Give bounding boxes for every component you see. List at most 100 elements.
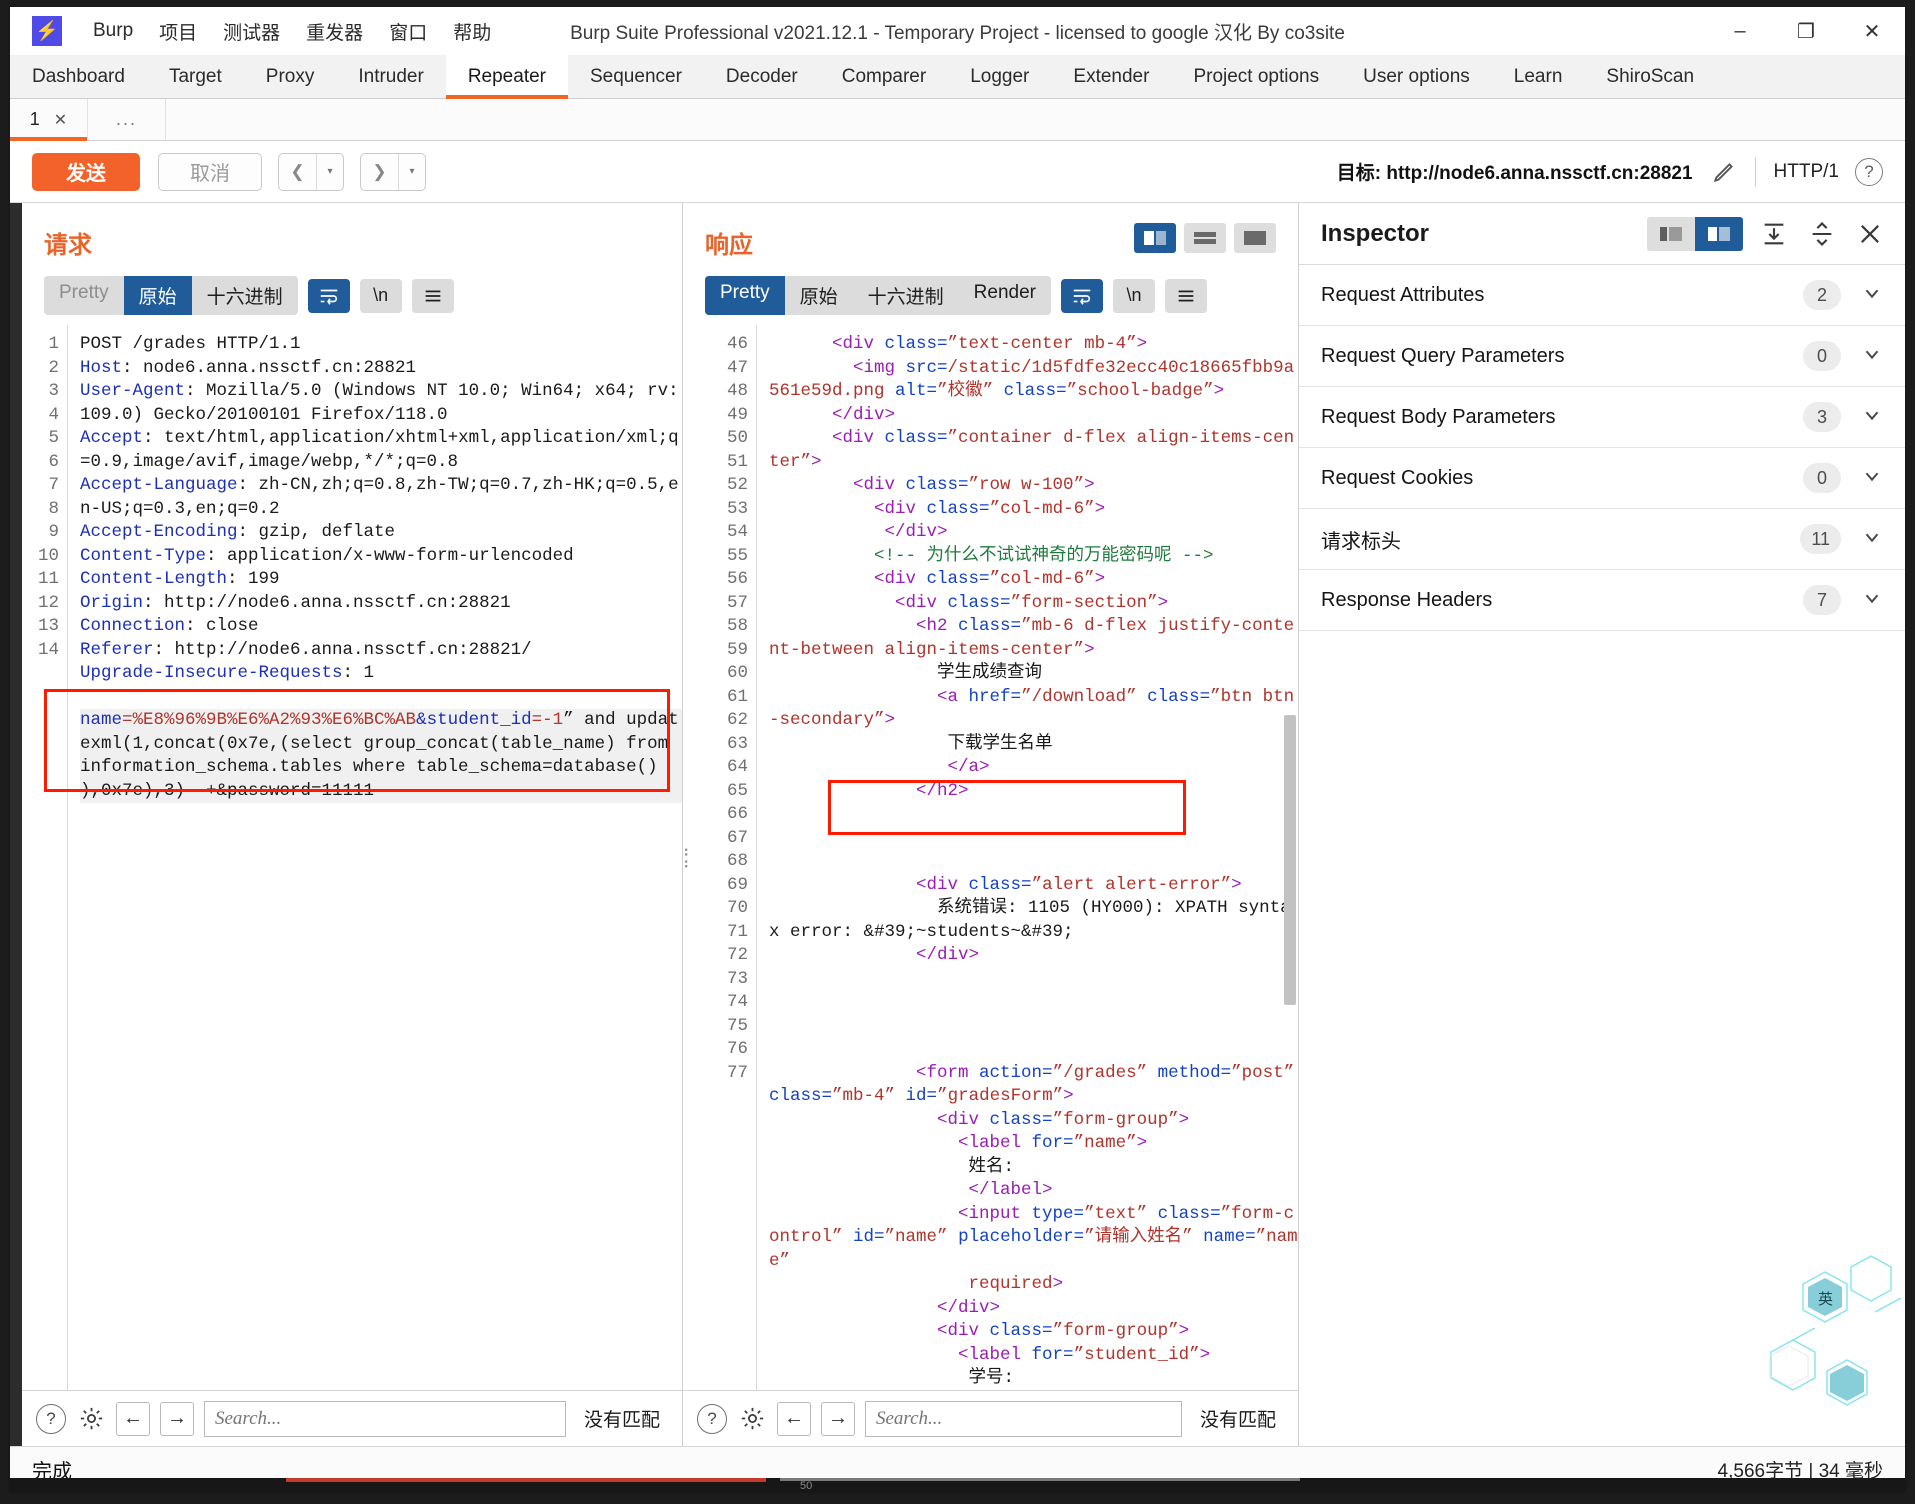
repeater-tab-1[interactable]: 1 ✕ <box>10 99 88 141</box>
find-prev-button[interactable]: ← <box>777 1401 811 1436</box>
find-prev-button[interactable]: ← <box>116 1401 150 1436</box>
main-tab-decoder[interactable]: Decoder <box>704 55 820 98</box>
menu-help[interactable]: 帮助 <box>440 14 504 49</box>
inspector-section-request-attributes[interactable]: Request Attributes 2 <box>1299 265 1905 326</box>
chevron-down-icon[interactable]: ▾ <box>317 154 343 190</box>
response-editor[interactable]: 46 47 48 49 50 51 52 53 54 55 56 57 58 59 60 61 62 63 64 65… <box>683 325 1298 1390</box>
line-number: 8 <box>48 498 59 519</box>
expand-all-icon[interactable] <box>1805 218 1839 250</box>
close-button[interactable]: ✕ <box>1839 7 1905 55</box>
help-icon[interactable]: ? <box>36 1403 66 1434</box>
line-number: 76 <box>726 1039 748 1059</box>
chevron-down-icon[interactable] <box>1861 282 1883 308</box>
line-number: 65 <box>726 780 748 801</box>
main-tab-repeater[interactable]: Repeater <box>445 55 569 99</box>
main-tab-sequencer[interactable]: Sequencer <box>568 55 704 98</box>
hamburger-icon[interactable] <box>1164 278 1207 313</box>
word-wrap-icon[interactable] <box>307 278 350 313</box>
main-tab-logger[interactable]: Logger <box>948 55 1051 98</box>
help-icon[interactable]: ? <box>697 1403 727 1434</box>
menu-repeater[interactable]: 重发器 <box>293 14 376 49</box>
close-icon[interactable] <box>1853 218 1887 250</box>
menu-window[interactable]: 窗口 <box>376 14 440 49</box>
main-tab-learn[interactable]: Learn <box>1492 55 1585 98</box>
layout-left-icon[interactable] <box>1647 216 1695 251</box>
inspector-section-response-headers[interactable]: Response Headers 7 <box>1299 570 1905 631</box>
request-search-input[interactable] <box>204 1400 566 1437</box>
inspector-section-request-query-parameters[interactable]: Request Query Parameters 0 <box>1299 326 1905 387</box>
taskbar-active-window <box>286 1478 766 1482</box>
history-forward-split-button[interactable]: ❯ ▾ <box>360 152 426 191</box>
find-next-button[interactable]: → <box>160 1401 194 1436</box>
response-search-input[interactable] <box>865 1400 1182 1437</box>
chevron-down-icon[interactable] <box>1861 465 1883 491</box>
line-number: 58 <box>726 616 748 636</box>
send-button[interactable]: 发送 <box>32 152 140 191</box>
maximize-button[interactable]: ❐ <box>1773 7 1839 55</box>
hamburger-icon[interactable] <box>411 278 454 313</box>
request-body-line[interactable]: name=%E8%96%9B%E6%A2%93%E6%BC%AB&student… <box>80 709 682 803</box>
main-tab-target[interactable]: Target <box>147 55 244 98</box>
menu-tester[interactable]: 测试器 <box>210 14 293 49</box>
collapse-all-icon[interactable] <box>1757 218 1791 250</box>
main-tab-shiroscan[interactable]: ShiroScan <box>1584 55 1716 98</box>
chevron-left-icon[interactable]: ❮ <box>279 153 317 190</box>
chevron-down-icon[interactable]: ▾ <box>399 154 425 190</box>
split-vertical-icon[interactable] <box>1134 223 1176 253</box>
response-tab-raw[interactable]: 原始 <box>785 276 853 315</box>
menu-project[interactable]: 项目 <box>146 14 210 49</box>
code-token: : gzip, deflate <box>237 522 396 542</box>
request-tab-pretty[interactable]: Pretty <box>44 276 124 315</box>
inspector-toolbar <box>1647 216 1887 251</box>
inspector-section-request-body-parameters[interactable]: Request Body Parameters 3 <box>1299 387 1905 448</box>
code-token: name= <box>1203 1227 1256 1247</box>
pencil-icon[interactable] <box>1711 159 1737 185</box>
single-pane-icon[interactable] <box>1234 223 1276 253</box>
request-tab-hex[interactable]: 十六进制 <box>192 276 298 315</box>
chevron-down-icon[interactable] <box>1861 587 1883 613</box>
close-icon[interactable]: ✕ <box>54 110 67 130</box>
help-icon[interactable]: ? <box>1855 157 1883 186</box>
layout-right-icon[interactable] <box>1695 216 1743 251</box>
inspector-section-request-cookies[interactable]: Request Cookies 0 <box>1299 448 1905 509</box>
split-horizontal-icon[interactable] <box>1184 223 1226 253</box>
main-tab-project-options[interactable]: Project options <box>1171 55 1341 98</box>
main-tab-comparer[interactable]: Comparer <box>820 55 948 98</box>
menu-burp[interactable]: Burp <box>80 16 146 46</box>
main-tab-proxy[interactable]: Proxy <box>244 55 337 98</box>
history-back-split-button[interactable]: ❮ ▾ <box>278 152 344 191</box>
request-tab-raw[interactable]: 原始 <box>123 276 192 315</box>
gear-icon[interactable] <box>737 1404 767 1434</box>
http-version-label[interactable]: HTTP/1 <box>1774 161 1839 183</box>
gear-icon[interactable] <box>76 1404 106 1434</box>
main-tab-dashboard[interactable]: Dashboard <box>10 55 147 98</box>
code-line: Content-Type: application/x-www-form-url… <box>80 545 682 569</box>
request-editor[interactable]: 1 2 3 4 5 6 7 8 9 10 11 12 13 14 POST /grades HTTP/1.… <box>22 325 682 1390</box>
chevron-down-icon[interactable] <box>1861 343 1883 369</box>
chevron-down-icon[interactable] <box>1861 526 1883 552</box>
word-wrap-icon[interactable] <box>1060 278 1103 313</box>
code-token: <h2 <box>916 616 959 636</box>
code-token: =%E8%96%9B%E6%A2%93%E6%BC%AB <box>122 710 417 730</box>
minimize-button[interactable]: – <box>1707 7 1773 55</box>
newline-toggle-button[interactable]: \n <box>1112 278 1155 313</box>
find-next-button[interactable]: → <box>821 1401 855 1436</box>
chevron-down-icon[interactable] <box>1861 404 1883 430</box>
response-tab-hex[interactable]: 十六进制 <box>853 276 959 315</box>
response-text[interactable]: <div class=”text-center mb-4”> <img src=… <box>757 325 1298 1390</box>
newline-toggle-button[interactable]: \n <box>359 278 402 313</box>
request-text[interactable]: POST /grades HTTP/1.1 Host: node6.anna.n… <box>68 325 682 1390</box>
main-tab-user-options[interactable]: User options <box>1341 55 1492 98</box>
repeater-tab-new[interactable]: ... <box>88 99 166 140</box>
main-tab-intruder[interactable]: Intruder <box>336 55 445 98</box>
main-tab-extender[interactable]: Extender <box>1051 55 1171 98</box>
line-number: 10 <box>37 545 59 566</box>
response-tab-pretty[interactable]: Pretty <box>705 276 785 315</box>
cancel-button[interactable]: 取消 <box>158 152 262 191</box>
chevron-right-icon[interactable]: ❯ <box>361 153 399 190</box>
line-number: 51 <box>726 451 748 472</box>
inspector-section-请求标头[interactable]: 请求标头 11 <box>1299 509 1905 570</box>
response-tab-render[interactable]: Render <box>959 276 1051 315</box>
